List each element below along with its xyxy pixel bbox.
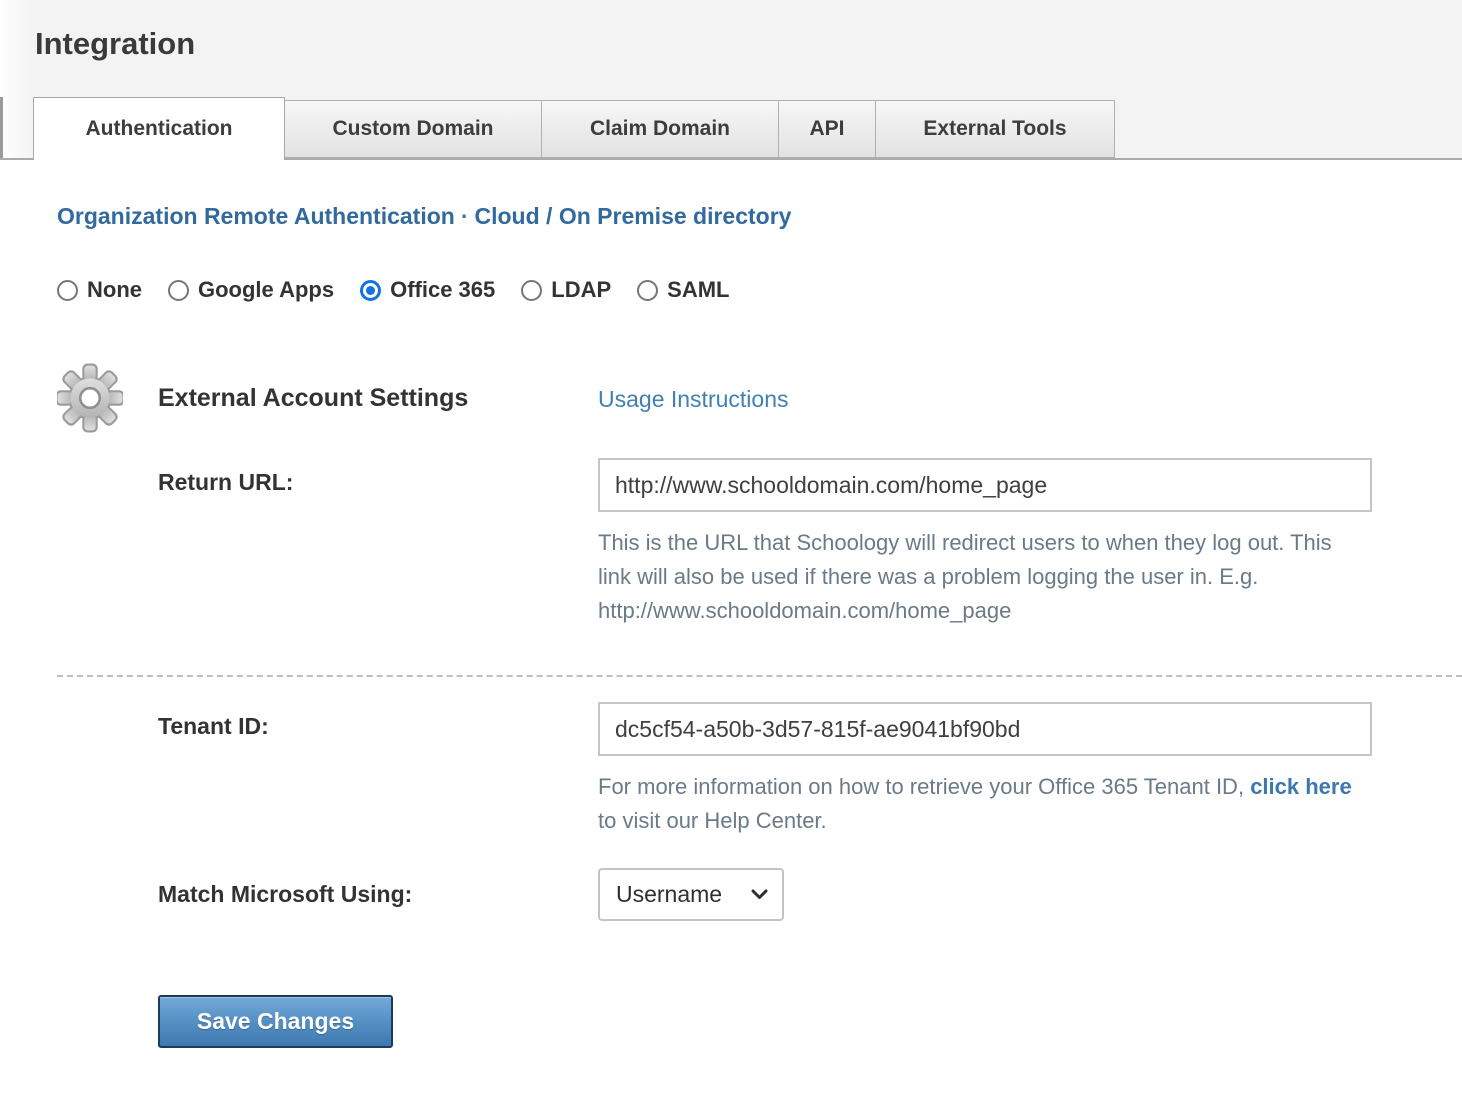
radio-label: SAML: [667, 277, 729, 303]
radio-label: Office 365: [390, 277, 495, 303]
breadcrumb-separator: ·: [455, 203, 475, 229]
tenant-help-before: For more information on how to retrieve …: [598, 774, 1244, 799]
radio-label: LDAP: [551, 277, 611, 303]
link-organization-remote-authentication[interactable]: Organization Remote Authentication: [57, 203, 455, 229]
radio-google-apps[interactable]: Google Apps: [168, 277, 334, 303]
tab-external-tools[interactable]: External Tools: [875, 100, 1115, 158]
tab-authentication[interactable]: Authentication: [33, 97, 285, 160]
section-heading-external-account-settings: External Account Settings: [158, 384, 468, 413]
radio-label: None: [87, 277, 142, 303]
tab-api[interactable]: API: [778, 100, 876, 158]
section-divider: [57, 675, 1462, 677]
save-changes-button[interactable]: Save Changes: [158, 995, 393, 1048]
match-microsoft-label: Match Microsoft Using:: [158, 881, 412, 908]
tenant-help-after: to visit our Help Center.: [598, 808, 827, 833]
click-here-link[interactable]: click here: [1250, 774, 1352, 799]
radio-button-icon[interactable]: [360, 280, 381, 301]
tab-label: External Tools: [923, 117, 1066, 141]
radio-office-365[interactable]: Office 365: [360, 277, 495, 303]
link-cloud-on-premise-directory[interactable]: Cloud / On Premise directory: [475, 203, 792, 229]
radio-button-icon[interactable]: [168, 280, 189, 301]
page-title: Integration: [35, 26, 195, 62]
tab-claim-domain[interactable]: Claim Domain: [541, 100, 779, 158]
return-url-input[interactable]: [598, 458, 1372, 512]
tab-bar: Authentication Custom Domain Claim Domai…: [33, 97, 1115, 160]
auth-type-breadcrumb: Organization Remote Authentication·Cloud…: [57, 203, 791, 230]
auth-provider-radio-group: None Google Apps Office 365 LDAP SAML: [57, 277, 755, 303]
header-left-edge: [0, 97, 3, 158]
radio-button-icon[interactable]: [521, 280, 542, 301]
tab-label: Custom Domain: [332, 117, 493, 141]
page-header: Integration Authentication Custom Domain…: [0, 0, 1462, 160]
radio-none[interactable]: None: [57, 277, 142, 303]
radio-button-icon[interactable]: [637, 280, 658, 301]
tab-label: API: [809, 117, 844, 141]
radio-saml[interactable]: SAML: [637, 277, 729, 303]
chevron-down-icon: [751, 889, 768, 900]
tenant-id-input[interactable]: [598, 702, 1372, 756]
match-microsoft-select[interactable]: Username: [598, 868, 784, 921]
tenant-id-label: Tenant ID:: [158, 713, 269, 740]
tab-label: Claim Domain: [590, 117, 730, 141]
radio-button-icon[interactable]: [57, 280, 78, 301]
select-value: Username: [616, 881, 722, 908]
radio-label: Google Apps: [198, 277, 334, 303]
return-url-label: Return URL:: [158, 469, 293, 496]
return-url-help-text: This is the URL that Schoology will redi…: [598, 526, 1364, 628]
gear-icon: [57, 363, 123, 433]
radio-ldap[interactable]: LDAP: [521, 277, 611, 303]
tab-custom-domain[interactable]: Custom Domain: [284, 100, 542, 158]
tab-label: Authentication: [86, 117, 233, 141]
usage-instructions-link[interactable]: Usage Instructions: [598, 386, 788, 413]
tenant-id-help-text: For more information on how to retrieve …: [598, 770, 1364, 838]
